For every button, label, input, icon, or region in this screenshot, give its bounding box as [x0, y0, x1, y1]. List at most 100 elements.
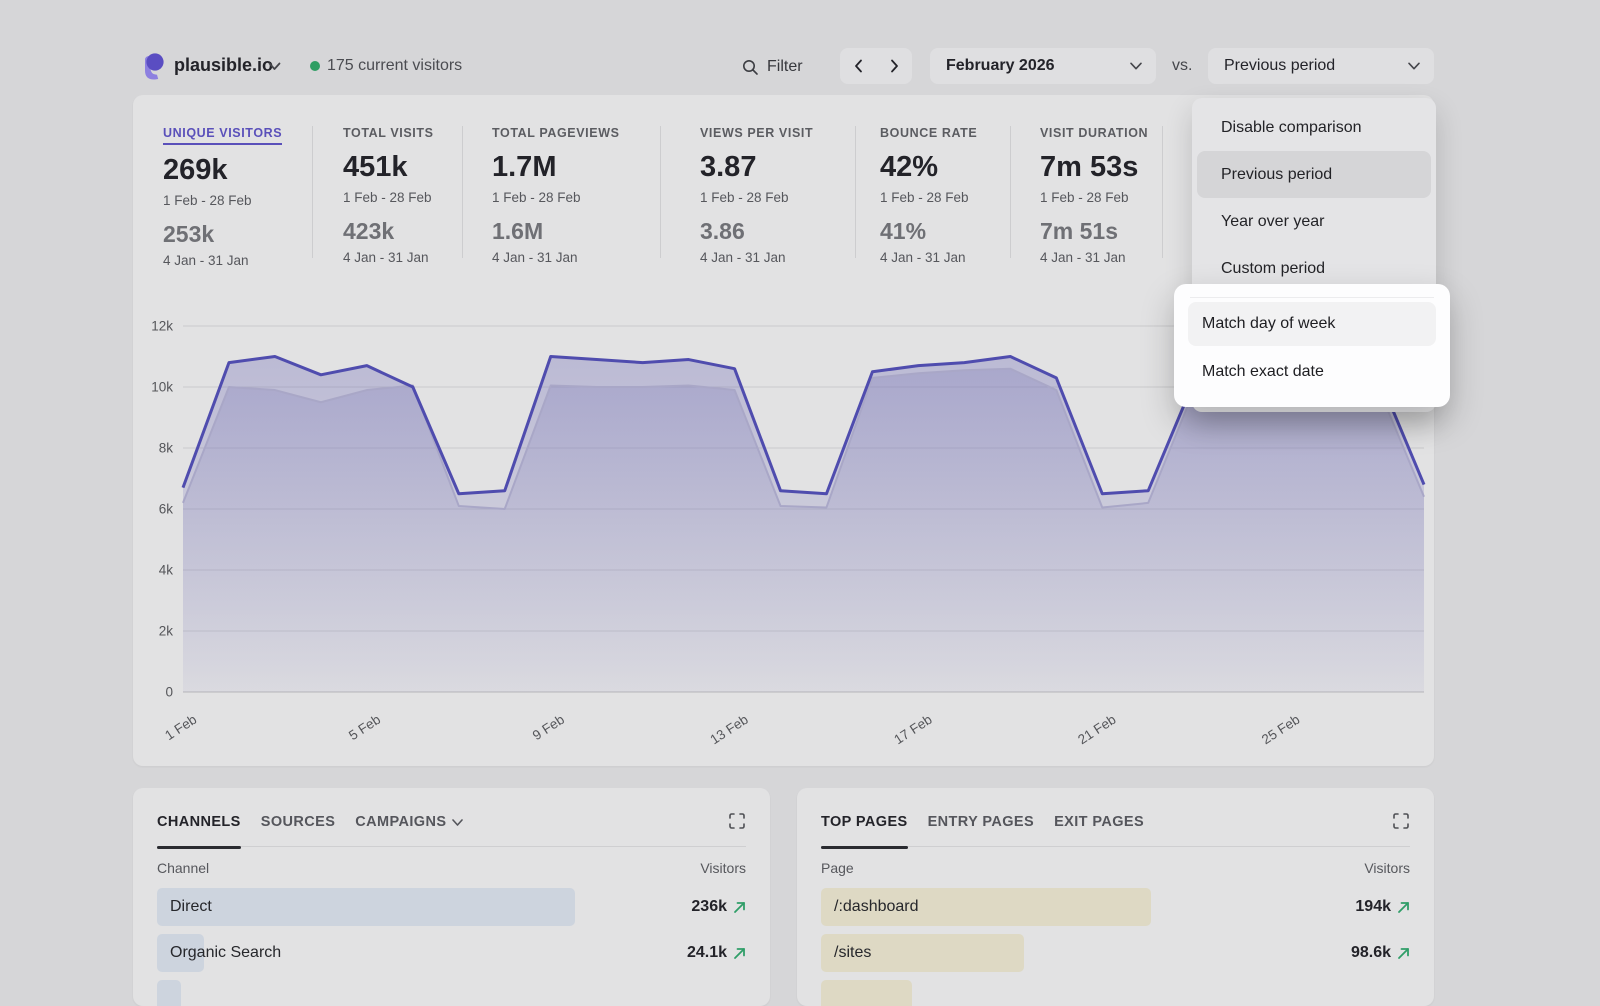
comparison-match-panel: Match day of weekMatch exact date: [1174, 284, 1450, 407]
metric-visit-duration[interactable]: VISIT DURATION7m 53s1 Feb - 28 Feb7m 51s…: [1040, 124, 1148, 265]
expand-icon[interactable]: [1392, 812, 1410, 830]
metric-period: 1 Feb - 28 Feb: [1040, 190, 1148, 205]
vs-label: vs.: [1172, 57, 1192, 75]
filter-button[interactable]: Filter: [742, 58, 803, 76]
metric-divider: [312, 126, 313, 258]
column-header-visitors: Visitors: [700, 860, 746, 876]
metric-prev-period: 4 Jan - 31 Jan: [700, 250, 813, 265]
live-dot-icon: [310, 61, 320, 71]
panel-rows: /:dashboard194k/sites98.6k: [821, 888, 1410, 1006]
chevron-down-icon: [1130, 62, 1142, 70]
metric-value: 3.87: [700, 151, 813, 184]
tab-top-pages[interactable]: TOP PAGES: [821, 814, 908, 830]
next-period-arrow-button[interactable]: [877, 48, 911, 84]
menu-item-match-exact-date[interactable]: Match exact date: [1188, 350, 1436, 394]
row-visitors: 24.1k: [687, 944, 746, 962]
menu-item-previous-period[interactable]: Previous period: [1197, 151, 1431, 198]
metric-prev-value: 7m 51s: [1040, 218, 1148, 245]
column-header-name: Channel: [157, 860, 209, 876]
tab-label: TOP PAGES: [821, 814, 908, 830]
metric-divider: [1162, 126, 1163, 258]
table-row[interactable]: [821, 980, 1410, 1006]
metric-bounce-rate[interactable]: BOUNCE RATE42%1 Feb - 28 Feb41%4 Jan - 3…: [880, 124, 977, 265]
metric-prev-period: 4 Jan - 31 Jan: [1040, 250, 1148, 265]
metric-prev-period: 4 Jan - 31 Jan: [492, 250, 620, 265]
row-label: /:dashboard: [821, 898, 919, 916]
metric-divider: [1010, 126, 1011, 258]
metric-prev-value: 423k: [343, 218, 434, 245]
trend-up-icon: [1397, 947, 1410, 960]
row-label: Organic Search: [157, 944, 281, 962]
chevron-down-icon: [452, 819, 463, 826]
metric-divider: [462, 126, 463, 258]
tab-entry-pages[interactable]: ENTRY PAGES: [928, 814, 1034, 830]
tab-sources[interactable]: SOURCES: [261, 814, 336, 830]
metric-total-pageviews[interactable]: TOTAL PAGEVIEWS1.7M1 Feb - 28 Feb1.6M4 J…: [492, 124, 620, 265]
row-label: Direct: [157, 898, 212, 916]
y-axis-tick: 2k: [159, 624, 174, 639]
metric-value: 1.7M: [492, 151, 620, 184]
chevron-down-icon: [1408, 62, 1420, 70]
x-axis-tick: 25 Feb: [1259, 712, 1302, 746]
row-bar: [157, 980, 181, 1006]
tab-channels[interactable]: CHANNELS: [157, 814, 241, 830]
row-visitors-value: 236k: [691, 898, 727, 916]
table-row[interactable]: Organic Search 24.1k: [157, 934, 746, 972]
panel-tabs: TOP PAGES ENTRY PAGES EXIT PAGES: [821, 814, 1410, 847]
comparison-select[interactable]: Previous period: [1208, 48, 1434, 84]
row-visitors: 236k: [691, 898, 746, 916]
tab-exit-pages[interactable]: EXIT PAGES: [1054, 814, 1144, 830]
panel-tabs: CHANNELS SOURCES CAMPAIGNS: [157, 814, 746, 847]
x-axis-tick: 1 Feb: [162, 712, 199, 743]
trend-up-icon: [733, 947, 746, 960]
table-row[interactable]: /:dashboard194k: [821, 888, 1410, 926]
metric-period: 1 Feb - 28 Feb: [492, 190, 620, 205]
trend-up-icon: [1397, 901, 1410, 914]
table-row[interactable]: [157, 980, 746, 1006]
tab-label: SOURCES: [261, 814, 336, 830]
y-axis-tick: 8k: [159, 441, 174, 456]
metric-prev-value: 253k: [163, 221, 282, 248]
period-nav: [840, 48, 912, 84]
x-axis-tick: 13 Feb: [707, 712, 750, 746]
metric-prev-period: 4 Jan - 31 Jan: [163, 253, 282, 268]
metric-divider: [660, 126, 661, 258]
row-visitors: 98.6k: [1351, 944, 1410, 962]
metric-label: VIEWS PER VISIT: [700, 126, 813, 140]
prev-period-arrow-button[interactable]: [841, 48, 875, 84]
metric-period: 1 Feb - 28 Feb: [700, 190, 813, 205]
menu-item-year-over-year[interactable]: Year over year: [1197, 198, 1431, 245]
row-bar: [821, 980, 912, 1006]
expand-icon[interactable]: [728, 812, 746, 830]
table-row[interactable]: Direct 236k: [157, 888, 746, 926]
table-row[interactable]: /sites98.6k: [821, 934, 1410, 972]
menu-item-match-day-of-week[interactable]: Match day of week: [1188, 302, 1436, 346]
chevron-down-icon[interactable]: [268, 62, 281, 71]
tab-label: EXIT PAGES: [1054, 814, 1144, 830]
menu-item-disable-comparison[interactable]: Disable comparison: [1197, 104, 1431, 151]
metric-total-visits[interactable]: TOTAL VISITS451k1 Feb - 28 Feb423k4 Jan …: [343, 124, 434, 265]
channels-panel: CHANNELS SOURCES CAMPAIGNS Channel Visitors D…: [133, 788, 770, 1006]
metric-period: 1 Feb - 28 Feb: [343, 190, 434, 205]
x-axis-tick: 17 Feb: [891, 712, 934, 746]
x-axis-tick: 9 Feb: [530, 712, 567, 743]
current-visitors-label[interactable]: 175 current visitors: [327, 57, 462, 75]
date-range-value: February 2026: [946, 57, 1055, 75]
column-header-visitors: Visitors: [1364, 860, 1410, 876]
row-visitors-value: 98.6k: [1351, 944, 1391, 962]
metric-label: UNIQUE VISITORS: [163, 126, 282, 145]
tab-label: ENTRY PAGES: [928, 814, 1034, 830]
metric-prev-value: 41%: [880, 218, 977, 245]
metric-unique-visitors[interactable]: UNIQUE VISITORS269k1 Feb - 28 Feb253k4 J…: [163, 124, 282, 268]
metric-value: 269k: [163, 154, 282, 187]
metric-views-per-visit[interactable]: VIEWS PER VISIT 3.87 1 Feb - 28 Feb 3.86 4 J…: [700, 124, 813, 265]
metric-prev-value: 3.86: [700, 218, 813, 245]
y-axis-tick: 10k: [151, 380, 173, 395]
tab-label: CAMPAIGNS: [355, 814, 446, 830]
metric-divider: [855, 126, 856, 258]
date-range-select[interactable]: February 2026: [930, 48, 1156, 84]
x-axis-tick: 21 Feb: [1075, 712, 1118, 746]
metric-value: 451k: [343, 151, 434, 184]
tab-campaigns[interactable]: CAMPAIGNS: [355, 814, 463, 830]
site-switcher[interactable]: plausible.io: [174, 55, 273, 76]
